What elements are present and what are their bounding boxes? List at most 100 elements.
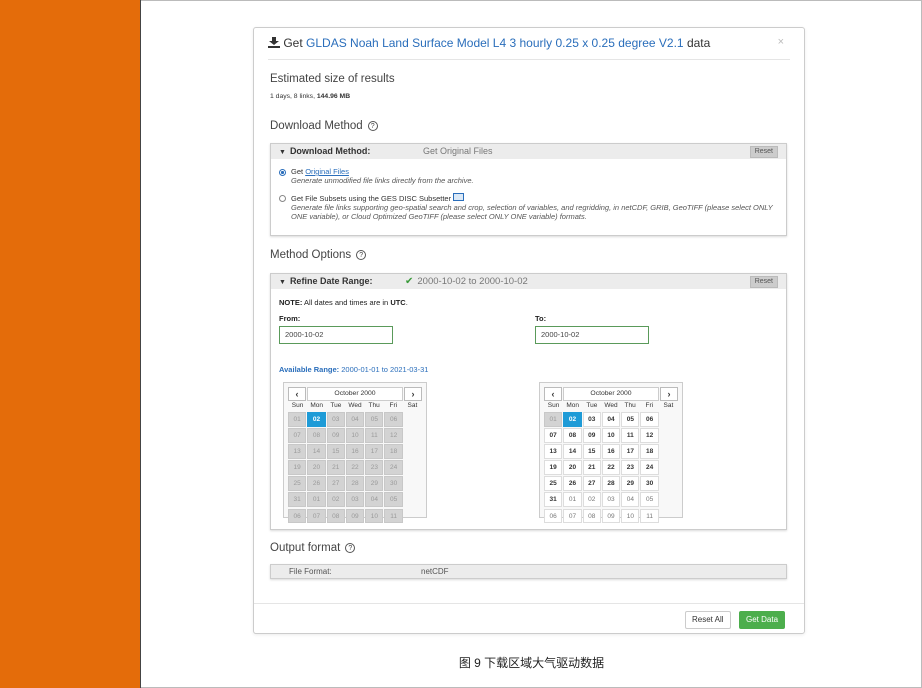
output-format-title: Output format? bbox=[270, 542, 356, 554]
calendar-day[interactable]: 30 bbox=[640, 476, 659, 491]
help-icon[interactable]: ? bbox=[345, 543, 356, 553]
calendar-day[interactable]: 15 bbox=[582, 444, 601, 459]
calendar-day: 05 bbox=[384, 492, 403, 507]
calendar-day[interactable]: 11 bbox=[621, 428, 640, 443]
download-panel-title: Download Method: bbox=[289, 146, 371, 156]
calendar-day: 06 bbox=[288, 508, 307, 524]
calendar-day[interactable]: 18 bbox=[640, 444, 659, 459]
calendar-day: 20 bbox=[307, 460, 326, 475]
calendar-day[interactable]: 01 bbox=[563, 492, 582, 507]
selected-day[interactable]: 02 bbox=[307, 412, 326, 427]
calendar-day[interactable]: 17 bbox=[621, 444, 640, 459]
output-format-label: Output format bbox=[270, 542, 341, 554]
radio-original-files[interactable]: Get Original Files Generate unmodified fi… bbox=[279, 167, 474, 185]
selected-day[interactable]: 02 bbox=[563, 412, 582, 427]
calendar-day[interactable]: 22 bbox=[601, 460, 621, 475]
radio-selected-icon[interactable] bbox=[279, 169, 286, 176]
download-panel-header[interactable]: ▼ Download Method: Get Original Files Res… bbox=[271, 144, 786, 159]
calendar-day[interactable]: 10 bbox=[621, 508, 640, 524]
weekday-label: Mon bbox=[566, 402, 580, 409]
calendar-day[interactable]: 28 bbox=[601, 476, 621, 491]
from-date-input[interactable]: 2000-10-02 bbox=[279, 326, 393, 344]
calendar-day[interactable]: 19 bbox=[544, 460, 563, 475]
weekday-label: Sun bbox=[547, 402, 560, 409]
estimate-size: 144.96 MB bbox=[316, 93, 351, 100]
calendar-day[interactable]: 12 bbox=[640, 428, 659, 443]
calendar-day[interactable]: 23 bbox=[621, 460, 640, 475]
calendar-month[interactable]: October 2000 bbox=[307, 387, 403, 401]
calendar-day[interactable]: 10 bbox=[601, 428, 621, 443]
calendar-day: 07 bbox=[288, 428, 307, 443]
get-data-button[interactable]: Get Data bbox=[739, 611, 786, 629]
caret-down-icon: ▼ bbox=[279, 279, 286, 286]
calendar-day: 11 bbox=[384, 508, 403, 524]
weekday-label: Wed bbox=[348, 402, 362, 409]
calendar-day[interactable]: 21 bbox=[582, 460, 601, 475]
radio-file-subsets[interactable]: Get File Subsets using the GES DISC Subs… bbox=[279, 193, 779, 221]
next-month-button[interactable]: › bbox=[404, 387, 422, 401]
calendar-day[interactable]: 03 bbox=[601, 492, 621, 507]
original-files-link[interactable]: Original Files bbox=[305, 167, 349, 176]
calendar-day[interactable]: 06 bbox=[640, 412, 659, 427]
dataset-link[interactable]: GLDAS Noah Land Surface Model L4 3 hourl… bbox=[306, 36, 684, 50]
calendar-day[interactable]: 07 bbox=[563, 508, 582, 524]
calendar-day[interactable]: 24 bbox=[640, 460, 659, 475]
calendar-day[interactable]: 04 bbox=[601, 412, 621, 427]
calendar-day: 01 bbox=[307, 492, 326, 507]
calendar-day[interactable]: 02 bbox=[582, 492, 601, 507]
calendar-day[interactable]: 25 bbox=[544, 476, 563, 491]
file-format-row[interactable]: File Format: netCDF bbox=[270, 564, 787, 579]
calendar-day: 31 bbox=[288, 492, 307, 507]
help-icon[interactable]: ? bbox=[356, 250, 367, 260]
calendar-day: 01 bbox=[544, 412, 563, 427]
estimate-title: Estimated size of results bbox=[270, 73, 395, 85]
calendar-day[interactable]: 05 bbox=[640, 492, 659, 507]
calendar-day[interactable]: 31 bbox=[544, 492, 563, 507]
radio-unselected-icon[interactable] bbox=[279, 195, 286, 202]
calendar-day[interactable]: 09 bbox=[601, 508, 621, 524]
calendar-day[interactable]: 07 bbox=[544, 428, 563, 443]
calendar-day[interactable]: 26 bbox=[563, 476, 582, 491]
calendar-day[interactable]: 27 bbox=[582, 476, 601, 491]
download-method-label: Download Method bbox=[270, 120, 363, 132]
next-month-button[interactable]: › bbox=[660, 387, 678, 401]
date-panel-header[interactable]: ▼ Refine Date Range: ✔ 2000-10-02 to 2000-… bbox=[271, 274, 786, 289]
calendar-day[interactable]: 16 bbox=[601, 444, 621, 459]
calendar-day[interactable]: 14 bbox=[563, 444, 582, 459]
calendar-grid: 01 02 03 04 05 06 07 08 09 10 11 12 13 14 15 16 17 18 19 20… bbox=[288, 412, 423, 525]
weekday-label: Wed bbox=[604, 402, 618, 409]
calendar-day[interactable]: 05 bbox=[621, 412, 640, 427]
calendar-day: 26 bbox=[307, 476, 326, 491]
modal-header: Get GLDAS Noah Land Surface Model L4 3 h… bbox=[268, 36, 790, 60]
subsetter-info-icon[interactable] bbox=[453, 193, 465, 201]
calendar-day[interactable]: 29 bbox=[621, 476, 640, 491]
calendar-day[interactable]: 04 bbox=[621, 492, 640, 507]
option1-prefix: Get bbox=[291, 167, 306, 176]
prev-month-button[interactable]: ‹ bbox=[544, 387, 562, 401]
calendar-day: 03 bbox=[345, 492, 365, 507]
reset-all-button[interactable]: Reset All bbox=[685, 611, 731, 629]
download-modal: Get GLDAS Noah Land Surface Model L4 3 h… bbox=[253, 27, 805, 634]
calendar-day: 19 bbox=[288, 460, 307, 475]
calendar-day[interactable]: 09 bbox=[582, 428, 601, 443]
calendar-day: 25 bbox=[288, 476, 307, 491]
calendar-day[interactable]: 20 bbox=[563, 460, 582, 475]
calendar-day[interactable]: 03 bbox=[582, 412, 601, 427]
calendar-month[interactable]: October 2000 bbox=[563, 387, 659, 401]
help-icon[interactable]: ? bbox=[367, 121, 378, 131]
prev-month-button[interactable]: ‹ bbox=[288, 387, 306, 401]
calendar-day[interactable]: 08 bbox=[563, 428, 582, 443]
download-icon bbox=[268, 37, 280, 48]
weekday-header: Sun Mon Tue Wed Thu Fri Sat bbox=[288, 402, 422, 412]
date-reset-button[interactable]: Reset bbox=[749, 276, 778, 288]
download-reset-button[interactable]: Reset bbox=[749, 146, 778, 158]
to-date-input[interactable]: 2000-10-02 bbox=[535, 326, 649, 344]
calendar-day[interactable]: 06 bbox=[544, 508, 563, 524]
calendar-day[interactable]: 13 bbox=[544, 444, 563, 459]
calendar-day[interactable]: 08 bbox=[582, 508, 601, 524]
calendar-day[interactable]: 11 bbox=[640, 508, 659, 524]
close-icon[interactable]: × bbox=[778, 36, 784, 48]
weekday-label: Sat bbox=[663, 402, 674, 409]
calendar-day: 04 bbox=[365, 492, 384, 507]
header-suffix: data bbox=[683, 36, 711, 50]
